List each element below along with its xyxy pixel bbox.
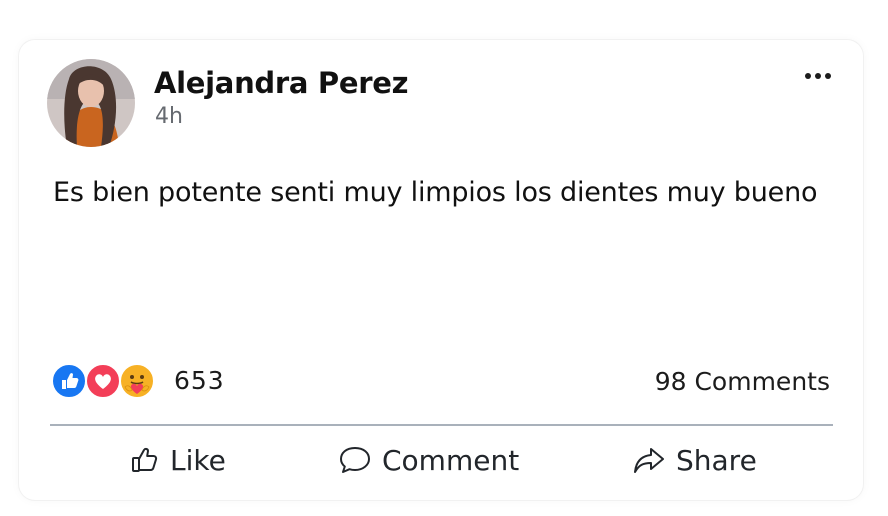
post-text: Es bien potente senti muy limpios los di… [53,177,818,208]
love-reaction-icon [85,363,121,399]
reaction-icons[interactable] [49,363,159,399]
share-label: Share [676,443,757,477]
comments-count[interactable]: 98 Comments [655,367,830,396]
author-avatar[interactable] [47,59,135,147]
more-options-icon[interactable] [803,66,833,86]
post-timestamp[interactable]: 4h [155,104,183,129]
like-reaction-icon [51,363,87,399]
author-name[interactable]: Alejandra Perez [154,66,409,100]
divider [50,424,833,426]
thumbs-up-icon [130,445,160,475]
like-label: Like [170,443,226,477]
comment-button[interactable]: Comment [338,440,519,480]
share-arrow-icon [632,445,666,475]
reaction-count[interactable]: 653 [174,366,225,395]
post-card [19,40,863,500]
comment-label: Comment [382,443,520,477]
comment-bubble-icon [338,445,372,475]
care-reaction-icon [119,363,155,399]
like-button[interactable]: Like [130,440,226,480]
share-button[interactable]: Share [632,440,757,480]
